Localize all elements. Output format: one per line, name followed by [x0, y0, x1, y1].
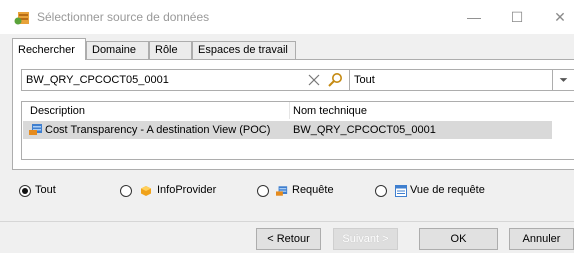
query-icon [276, 186, 288, 196]
ok-button[interactable]: OK [419, 228, 498, 250]
maximize-button[interactable]: ☐ [505, 6, 529, 28]
tab-domaine[interactable]: Domaine [86, 41, 149, 60]
tab-rechercher[interactable]: Rechercher [12, 38, 86, 60]
radio-tout-label[interactable]: Tout [35, 184, 56, 196]
back-button[interactable]: < Retour [256, 228, 321, 250]
query-view-icon [395, 185, 407, 197]
search-icon[interactable] [327, 72, 343, 88]
search-scope-value: Tout [354, 74, 375, 86]
footer-divider [0, 221, 574, 222]
chevron-down-icon[interactable] [552, 70, 574, 90]
radio-vue-de-requete[interactable] [375, 185, 387, 197]
radio-requete-label[interactable]: Requête [292, 184, 334, 196]
column-header-description[interactable]: Description [30, 105, 85, 117]
tab-espaces-de-travail[interactable]: Espaces de travail [192, 41, 296, 60]
radio-infoprovider-label[interactable]: InfoProvider [157, 184, 216, 196]
search-scope-select[interactable]: Tout [349, 69, 574, 91]
column-divider[interactable] [289, 102, 290, 119]
minimize-button[interactable]: — [462, 6, 486, 28]
query-icon [29, 124, 42, 135]
radio-requete[interactable] [257, 185, 269, 197]
radio-infoprovider[interactable] [120, 185, 132, 197]
title-bar: Sélectionner source de données — ☐ ✕ [0, 0, 574, 34]
next-button[interactable]: Suivant > [333, 228, 398, 250]
search-input[interactable]: BW_QRY_CPCOCT05_0001 [21, 69, 298, 91]
row-description: Cost Transparency - A destination View (… [45, 124, 271, 136]
close-button[interactable]: ✕ [548, 6, 572, 28]
results-table: Description Nom technique Cost Transpare… [21, 101, 574, 160]
radio-tout[interactable] [19, 185, 31, 197]
infoprovider-icon [141, 186, 151, 196]
tab-role[interactable]: Rôle [149, 41, 192, 60]
radio-vue-de-requete-label[interactable]: Vue de requête [410, 184, 485, 196]
cancel-button[interactable]: Annuler [509, 228, 574, 250]
search-actions [298, 69, 349, 91]
search-tab-panel: BW_QRY_CPCOCT05_0001 Tout Description No… [12, 59, 574, 170]
row-technical-name: BW_QRY_CPCOCT05_0001 [293, 124, 436, 136]
column-header-technical-name[interactable]: Nom technique [293, 105, 367, 117]
window-title: Sélectionner source de données [37, 10, 210, 24]
clear-icon[interactable] [306, 72, 322, 88]
table-row[interactable]: Cost Transparency - A destination View (… [23, 121, 552, 139]
datasource-app-icon [14, 12, 29, 25]
type-filter: Tout InfoProvider Requête Vue de requête [0, 183, 574, 199]
